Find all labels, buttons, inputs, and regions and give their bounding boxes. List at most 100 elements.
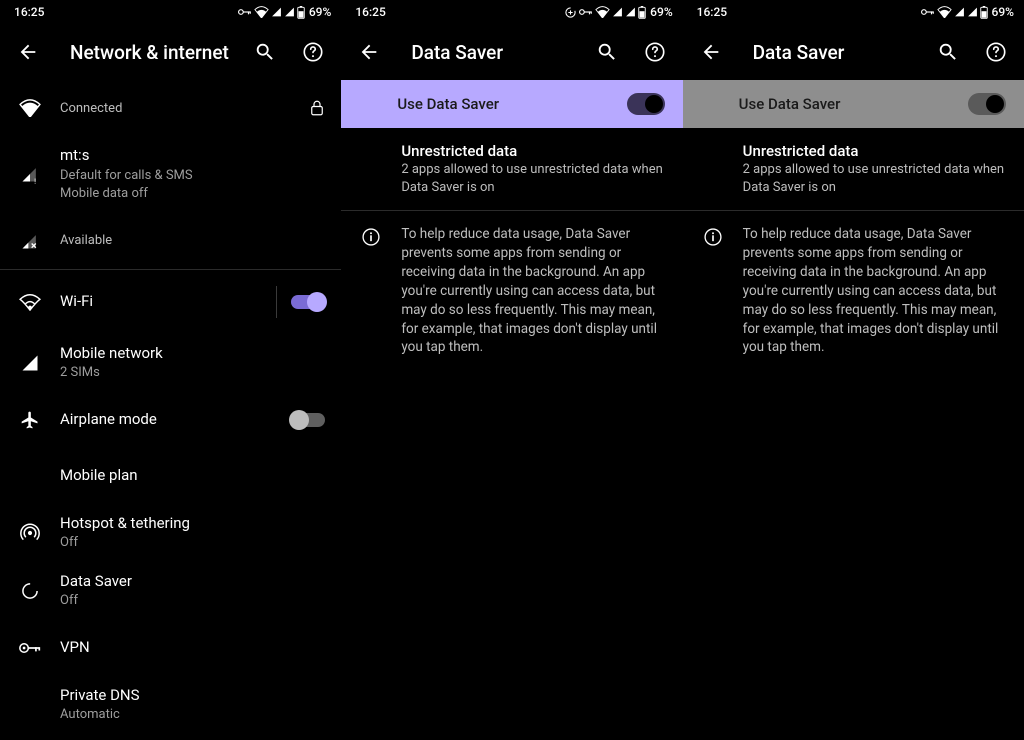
mobile-network-label: Mobile network <box>60 344 325 364</box>
vpn-row[interactable]: VPN <box>0 620 341 676</box>
airplane-row[interactable]: Airplane mode <box>0 392 341 448</box>
unrestricted-title: Unrestricted data <box>743 142 1008 160</box>
panel-data-saver-active: 16:25 69% Data Saver Use Data Saver <box>341 0 682 740</box>
help-icon <box>985 41 1007 63</box>
mobile-plan-label: Mobile plan <box>60 466 325 486</box>
wifi-toggle[interactable] <box>291 295 325 309</box>
vpn-key-icon <box>238 7 252 17</box>
unrestricted-sub: 2 apps allowed to use unrestricted data … <box>743 161 1008 196</box>
help-button[interactable] <box>293 32 333 72</box>
help-text: To help reduce data usage, Data Saver pr… <box>743 225 1008 357</box>
back-button[interactable] <box>349 32 389 72</box>
use-data-saver-label: Use Data Saver <box>397 95 626 113</box>
signal2-icon <box>967 6 978 18</box>
hotspot-label: Hotspot & tethering <box>60 514 325 534</box>
use-data-saver-toggle[interactable] <box>968 93 1006 115</box>
help-button[interactable] <box>635 32 675 72</box>
app-bar: Data Saver <box>341 24 682 80</box>
unrestricted-data-row[interactable]: Unrestricted data 2 apps allowed to use … <box>341 128 682 210</box>
airplane-toggle[interactable] <box>291 413 325 427</box>
sim1-sub2: Mobile data off <box>60 185 325 203</box>
sim2-available: Available <box>60 232 325 250</box>
use-data-saver-row[interactable]: Use Data Saver <box>341 80 682 128</box>
search-icon <box>254 41 276 63</box>
unrestricted-sub: 2 apps allowed to use unrestricted data … <box>401 161 666 196</box>
signal-error-icon: ! <box>20 164 40 184</box>
mobile-plan-row[interactable]: Mobile plan <box>0 448 341 504</box>
signal2-icon <box>625 6 636 18</box>
search-icon <box>596 41 618 63</box>
status-icons-right: 69% <box>238 5 331 19</box>
help-icon <box>644 41 666 63</box>
wifi-icon <box>254 6 269 18</box>
wifi-connected-row[interactable]: Connected <box>0 80 341 136</box>
privatedns-label: Private DNS <box>60 686 325 706</box>
help-info-row: To help reduce data usage, Data Saver pr… <box>341 211 682 367</box>
status-icons-right: 69% <box>921 5 1014 19</box>
search-button[interactable] <box>928 32 968 72</box>
use-data-saver-label: Use Data Saver <box>739 95 968 113</box>
status-battery-pct: 69% <box>992 5 1014 19</box>
signal2-icon <box>284 6 295 18</box>
wifi-icon <box>595 6 610 18</box>
help-text: To help reduce data usage, Data Saver pr… <box>401 225 666 357</box>
signal-x-icon <box>20 231 40 251</box>
vpn-label: VPN <box>60 638 325 658</box>
battery-icon <box>297 6 305 19</box>
back-button[interactable] <box>691 32 731 72</box>
use-data-saver-toggle[interactable] <box>627 93 665 115</box>
wifi-row[interactable]: Wi-Fi <box>0 270 341 334</box>
help-icon <box>302 41 324 63</box>
airplane-label: Airplane mode <box>60 410 283 430</box>
wifi-full-icon <box>19 99 41 117</box>
status-time: 16:25 <box>10 5 44 19</box>
datasaver-row[interactable]: Data Saver Off <box>0 562 341 620</box>
hotspot-sub: Off <box>60 534 325 552</box>
mobile-network-row[interactable]: Mobile network 2 SIMs <box>0 334 341 392</box>
privatedns-row[interactable]: Private DNS Automatic <box>0 676 341 734</box>
signal-full-icon <box>20 353 40 373</box>
status-bar: 16:25 69% <box>683 0 1024 24</box>
sim1-row[interactable]: ! mt:s Default for calls & SMS Mobile da… <box>0 136 341 213</box>
app-bar: Network & internet <box>0 24 341 80</box>
sim1-sub1: Default for calls & SMS <box>60 167 325 185</box>
status-bar: 16:25 69% <box>0 0 341 24</box>
status-icons-right: 69% <box>564 5 672 19</box>
wifi-connected-label: Connected <box>60 100 301 118</box>
signal1-icon <box>612 6 623 18</box>
airplane-icon <box>20 410 40 430</box>
page-title: Data Saver <box>397 41 578 64</box>
search-button[interactable] <box>587 32 627 72</box>
panel-network-internet: 16:25 69% Network & internet Connected <box>0 0 341 740</box>
arrow-back-icon <box>700 41 722 63</box>
mobile-network-sub: 2 SIMs <box>60 364 325 382</box>
help-button[interactable] <box>976 32 1016 72</box>
privatedns-sub: Automatic <box>60 706 325 724</box>
status-battery-pct: 69% <box>650 5 672 19</box>
datasaver-label: Data Saver <box>60 572 325 592</box>
status-time: 16:25 <box>693 5 727 19</box>
app-bar: Data Saver <box>683 24 1024 80</box>
vertical-divider <box>276 286 277 318</box>
sim2-row[interactable]: Available <box>0 213 341 269</box>
hotspot-row[interactable]: Hotspot & tethering Off <box>0 504 341 562</box>
battery-icon <box>980 6 988 19</box>
datasaver-status-icon <box>564 6 577 19</box>
back-button[interactable] <box>8 32 48 72</box>
use-data-saver-row[interactable]: Use Data Saver <box>683 80 1024 128</box>
datasaver-icon <box>20 581 40 601</box>
battery-icon <box>638 6 646 19</box>
search-icon <box>937 41 959 63</box>
arrow-back-icon <box>17 41 39 63</box>
arrow-back-icon <box>358 41 380 63</box>
status-time: 16:25 <box>351 5 385 19</box>
svg-text:!: ! <box>34 177 36 184</box>
status-battery-pct: 69% <box>309 5 331 19</box>
signal1-icon <box>271 6 282 18</box>
signal1-icon <box>954 6 965 18</box>
unrestricted-data-row[interactable]: Unrestricted data 2 apps allowed to use … <box>683 128 1024 210</box>
search-button[interactable] <box>245 32 285 72</box>
status-bar: 16:25 69% <box>341 0 682 24</box>
vpn-key-icon <box>19 641 41 655</box>
wifi-label: Wi-Fi <box>60 292 268 312</box>
